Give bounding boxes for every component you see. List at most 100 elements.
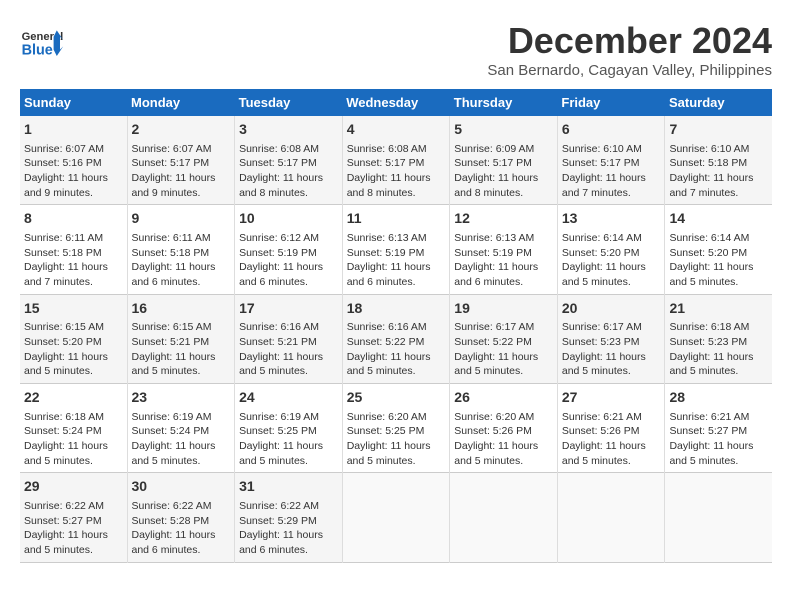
day-info: Sunrise: 6:19 AM Sunset: 5:25 PM Dayligh… — [239, 410, 338, 469]
calendar-cell: 13Sunrise: 6:14 AM Sunset: 5:20 PM Dayli… — [557, 205, 665, 294]
day-number: 11 — [347, 209, 446, 229]
day-info: Sunrise: 6:14 AM Sunset: 5:20 PM Dayligh… — [562, 231, 661, 290]
calendar-cell: 10Sunrise: 6:12 AM Sunset: 5:19 PM Dayli… — [235, 205, 343, 294]
day-info: Sunrise: 6:08 AM Sunset: 5:17 PM Dayligh… — [239, 142, 338, 201]
day-info: Sunrise: 6:17 AM Sunset: 5:23 PM Dayligh… — [562, 320, 661, 379]
day-info: Sunrise: 6:14 AM Sunset: 5:20 PM Dayligh… — [669, 231, 768, 290]
day-number: 16 — [132, 299, 231, 319]
title-section: December 2024 San Bernardo, Cagayan Vall… — [487, 20, 772, 79]
day-info: Sunrise: 6:18 AM Sunset: 5:24 PM Dayligh… — [24, 410, 123, 469]
day-info: Sunrise: 6:22 AM Sunset: 5:28 PM Dayligh… — [132, 499, 231, 558]
calendar-cell — [557, 473, 665, 562]
calendar-week-3: 15Sunrise: 6:15 AM Sunset: 5:20 PM Dayli… — [20, 294, 772, 383]
weekday-header-thursday: Thursday — [450, 89, 558, 116]
weekday-header-tuesday: Tuesday — [235, 89, 343, 116]
day-info: Sunrise: 6:12 AM Sunset: 5:19 PM Dayligh… — [239, 231, 338, 290]
day-number: 26 — [454, 388, 553, 408]
calendar-cell: 25Sunrise: 6:20 AM Sunset: 5:25 PM Dayli… — [342, 384, 450, 473]
day-info: Sunrise: 6:21 AM Sunset: 5:27 PM Dayligh… — [669, 410, 768, 469]
calendar-cell: 27Sunrise: 6:21 AM Sunset: 5:26 PM Dayli… — [557, 384, 665, 473]
calendar-cell — [342, 473, 450, 562]
calendar-cell: 29Sunrise: 6:22 AM Sunset: 5:27 PM Dayli… — [20, 473, 127, 562]
day-number: 25 — [347, 388, 446, 408]
day-info: Sunrise: 6:10 AM Sunset: 5:17 PM Dayligh… — [562, 142, 661, 201]
logo: General Blue — [20, 20, 68, 68]
svg-text:Blue: Blue — [22, 42, 53, 58]
day-number: 9 — [132, 209, 231, 229]
calendar-cell: 22Sunrise: 6:18 AM Sunset: 5:24 PM Dayli… — [20, 384, 127, 473]
calendar-cell: 6Sunrise: 6:10 AM Sunset: 5:17 PM Daylig… — [557, 116, 665, 205]
day-number: 3 — [239, 120, 338, 140]
calendar-cell — [665, 473, 772, 562]
calendar-cell: 19Sunrise: 6:17 AM Sunset: 5:22 PM Dayli… — [450, 294, 558, 383]
calendar-week-1: 1Sunrise: 6:07 AM Sunset: 5:16 PM Daylig… — [20, 116, 772, 205]
calendar-cell: 8Sunrise: 6:11 AM Sunset: 5:18 PM Daylig… — [20, 205, 127, 294]
day-info: Sunrise: 6:21 AM Sunset: 5:26 PM Dayligh… — [562, 410, 661, 469]
day-number: 4 — [347, 120, 446, 140]
day-info: Sunrise: 6:11 AM Sunset: 5:18 PM Dayligh… — [24, 231, 123, 290]
day-info: Sunrise: 6:15 AM Sunset: 5:20 PM Dayligh… — [24, 320, 123, 379]
day-info: Sunrise: 6:17 AM Sunset: 5:22 PM Dayligh… — [454, 320, 553, 379]
calendar-cell: 15Sunrise: 6:15 AM Sunset: 5:20 PM Dayli… — [20, 294, 127, 383]
day-number: 7 — [669, 120, 768, 140]
day-info: Sunrise: 6:07 AM Sunset: 5:16 PM Dayligh… — [24, 142, 123, 201]
day-info: Sunrise: 6:16 AM Sunset: 5:22 PM Dayligh… — [347, 320, 446, 379]
calendar-cell — [450, 473, 558, 562]
day-number: 6 — [562, 120, 661, 140]
day-info: Sunrise: 6:22 AM Sunset: 5:29 PM Dayligh… — [239, 499, 338, 558]
day-number: 14 — [669, 209, 768, 229]
day-number: 23 — [132, 388, 231, 408]
calendar-week-5: 29Sunrise: 6:22 AM Sunset: 5:27 PM Dayli… — [20, 473, 772, 562]
weekday-header-wednesday: Wednesday — [342, 89, 450, 116]
calendar-cell: 9Sunrise: 6:11 AM Sunset: 5:18 PM Daylig… — [127, 205, 235, 294]
calendar-cell: 30Sunrise: 6:22 AM Sunset: 5:28 PM Dayli… — [127, 473, 235, 562]
day-number: 21 — [669, 299, 768, 319]
weekday-header-friday: Friday — [557, 89, 665, 116]
day-number: 1 — [24, 120, 123, 140]
calendar-cell: 1Sunrise: 6:07 AM Sunset: 5:16 PM Daylig… — [20, 116, 127, 205]
calendar-cell: 28Sunrise: 6:21 AM Sunset: 5:27 PM Dayli… — [665, 384, 772, 473]
calendar-cell: 7Sunrise: 6:10 AM Sunset: 5:18 PM Daylig… — [665, 116, 772, 205]
day-info: Sunrise: 6:16 AM Sunset: 5:21 PM Dayligh… — [239, 320, 338, 379]
day-info: Sunrise: 6:08 AM Sunset: 5:17 PM Dayligh… — [347, 142, 446, 201]
day-number: 12 — [454, 209, 553, 229]
weekday-header-saturday: Saturday — [665, 89, 772, 116]
day-info: Sunrise: 6:19 AM Sunset: 5:24 PM Dayligh… — [132, 410, 231, 469]
day-number: 31 — [239, 477, 338, 497]
day-info: Sunrise: 6:22 AM Sunset: 5:27 PM Dayligh… — [24, 499, 123, 558]
day-number: 22 — [24, 388, 123, 408]
calendar-cell: 21Sunrise: 6:18 AM Sunset: 5:23 PM Dayli… — [665, 294, 772, 383]
day-number: 20 — [562, 299, 661, 319]
calendar-week-4: 22Sunrise: 6:18 AM Sunset: 5:24 PM Dayli… — [20, 384, 772, 473]
calendar-cell: 11Sunrise: 6:13 AM Sunset: 5:19 PM Dayli… — [342, 205, 450, 294]
day-info: Sunrise: 6:13 AM Sunset: 5:19 PM Dayligh… — [347, 231, 446, 290]
calendar-cell: 14Sunrise: 6:14 AM Sunset: 5:20 PM Dayli… — [665, 205, 772, 294]
day-number: 30 — [132, 477, 231, 497]
day-number: 19 — [454, 299, 553, 319]
calendar-cell: 18Sunrise: 6:16 AM Sunset: 5:22 PM Dayli… — [342, 294, 450, 383]
day-number: 15 — [24, 299, 123, 319]
location-title: San Bernardo, Cagayan Valley, Philippine… — [487, 62, 772, 79]
calendar-cell: 26Sunrise: 6:20 AM Sunset: 5:26 PM Dayli… — [450, 384, 558, 473]
day-info: Sunrise: 6:11 AM Sunset: 5:18 PM Dayligh… — [132, 231, 231, 290]
calendar-table: SundayMondayTuesdayWednesdayThursdayFrid… — [20, 89, 772, 563]
day-info: Sunrise: 6:07 AM Sunset: 5:17 PM Dayligh… — [132, 142, 231, 201]
day-info: Sunrise: 6:10 AM Sunset: 5:18 PM Dayligh… — [669, 142, 768, 201]
day-number: 28 — [669, 388, 768, 408]
day-number: 8 — [24, 209, 123, 229]
day-number: 29 — [24, 477, 123, 497]
day-number: 2 — [132, 120, 231, 140]
day-number: 27 — [562, 388, 661, 408]
calendar-cell: 2Sunrise: 6:07 AM Sunset: 5:17 PM Daylig… — [127, 116, 235, 205]
day-number: 17 — [239, 299, 338, 319]
day-number: 10 — [239, 209, 338, 229]
day-number: 5 — [454, 120, 553, 140]
calendar-cell: 23Sunrise: 6:19 AM Sunset: 5:24 PM Dayli… — [127, 384, 235, 473]
month-title: December 2024 — [487, 20, 772, 62]
day-number: 18 — [347, 299, 446, 319]
calendar-cell: 4Sunrise: 6:08 AM Sunset: 5:17 PM Daylig… — [342, 116, 450, 205]
calendar-cell: 3Sunrise: 6:08 AM Sunset: 5:17 PM Daylig… — [235, 116, 343, 205]
calendar-cell: 20Sunrise: 6:17 AM Sunset: 5:23 PM Dayli… — [557, 294, 665, 383]
day-info: Sunrise: 6:15 AM Sunset: 5:21 PM Dayligh… — [132, 320, 231, 379]
day-info: Sunrise: 6:20 AM Sunset: 5:26 PM Dayligh… — [454, 410, 553, 469]
